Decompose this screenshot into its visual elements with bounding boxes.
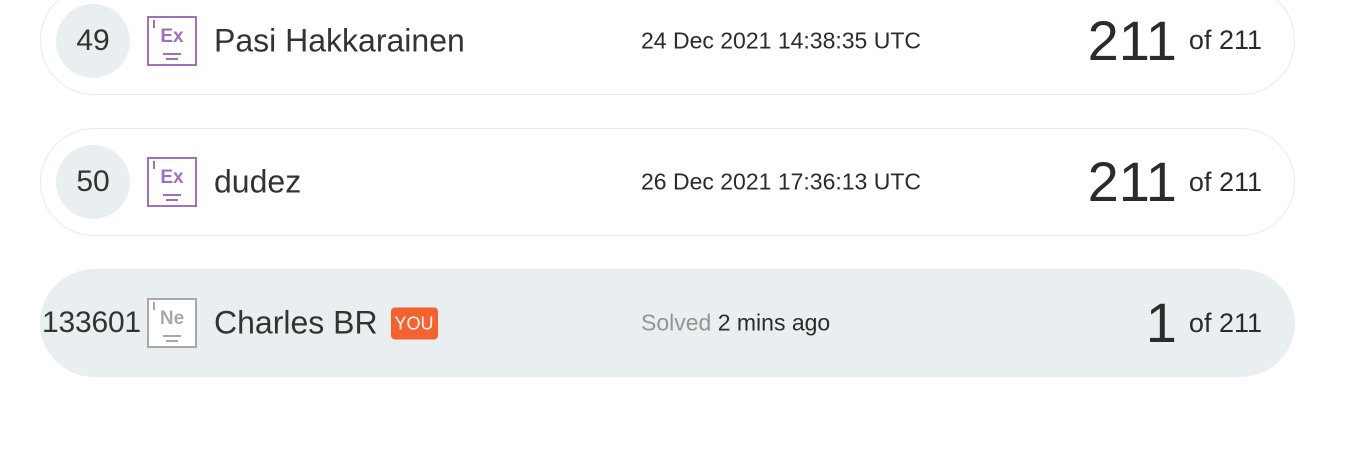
- badge-line: [163, 194, 181, 196]
- score-value: 211: [1087, 8, 1177, 72]
- score: 211 of 211: [1087, 8, 1262, 72]
- score-value: 1: [1145, 291, 1177, 354]
- username-link[interactable]: Charles BR: [214, 305, 378, 341]
- score: 1 of 211: [1146, 293, 1262, 353]
- username-link[interactable]: dudez: [214, 164, 301, 201]
- leaderboard-row[interactable]: 50 Ex dudez 26 Dec 2021 17:36:13 UTC 211…: [40, 128, 1295, 236]
- score-value: 211: [1087, 150, 1177, 213]
- score: 211 of 211: [1088, 152, 1262, 212]
- badge-symbol: Ex: [160, 25, 184, 47]
- badge-symbol: Ex: [160, 167, 184, 188]
- badge-symbol: Ne: [159, 308, 185, 329]
- badge-line: [166, 199, 178, 201]
- rank-number: 133601: [42, 306, 141, 339]
- username-link[interactable]: Pasi Hakkarainen: [214, 22, 465, 59]
- score-total: of 211: [1188, 307, 1262, 338]
- solved-label: Solved: [641, 309, 712, 336]
- leaderboard-row[interactable]: 49 Ex Pasi Hakkarainen 24 Dec 2021 14:38…: [40, 0, 1295, 95]
- badge-line: [163, 52, 181, 55]
- badge-line: [163, 335, 181, 337]
- rank-number: 49: [56, 3, 130, 78]
- solved-date: 26 Dec 2021 17:36:13 UTC: [641, 168, 922, 195]
- score-total: of 211: [1188, 166, 1262, 197]
- current-user-row[interactable]: 133601 Ne Charles BR YOU Solved 2 mins a…: [40, 269, 1295, 377]
- level-badge-icon: Ex: [147, 157, 197, 207]
- badge-line: [166, 340, 178, 342]
- solved-status: Solved 2 mins ago: [641, 310, 830, 337]
- level-badge-icon: Ne: [147, 298, 197, 348]
- you-badge: YOU: [390, 307, 438, 340]
- badge-line: [166, 57, 178, 60]
- leaderboard: 49 Ex Pasi Hakkarainen 24 Dec 2021 14:38…: [0, 0, 1367, 455]
- rank-number: 50: [56, 145, 130, 219]
- score-total: of 211: [1188, 25, 1262, 55]
- username-container: Charles BR YOU: [214, 305, 438, 342]
- solved-date: 24 Dec 2021 14:38:35 UTC: [641, 27, 922, 53]
- level-badge-icon: Ex: [147, 15, 197, 66]
- solved-time: 2 mins ago: [717, 309, 831, 336]
